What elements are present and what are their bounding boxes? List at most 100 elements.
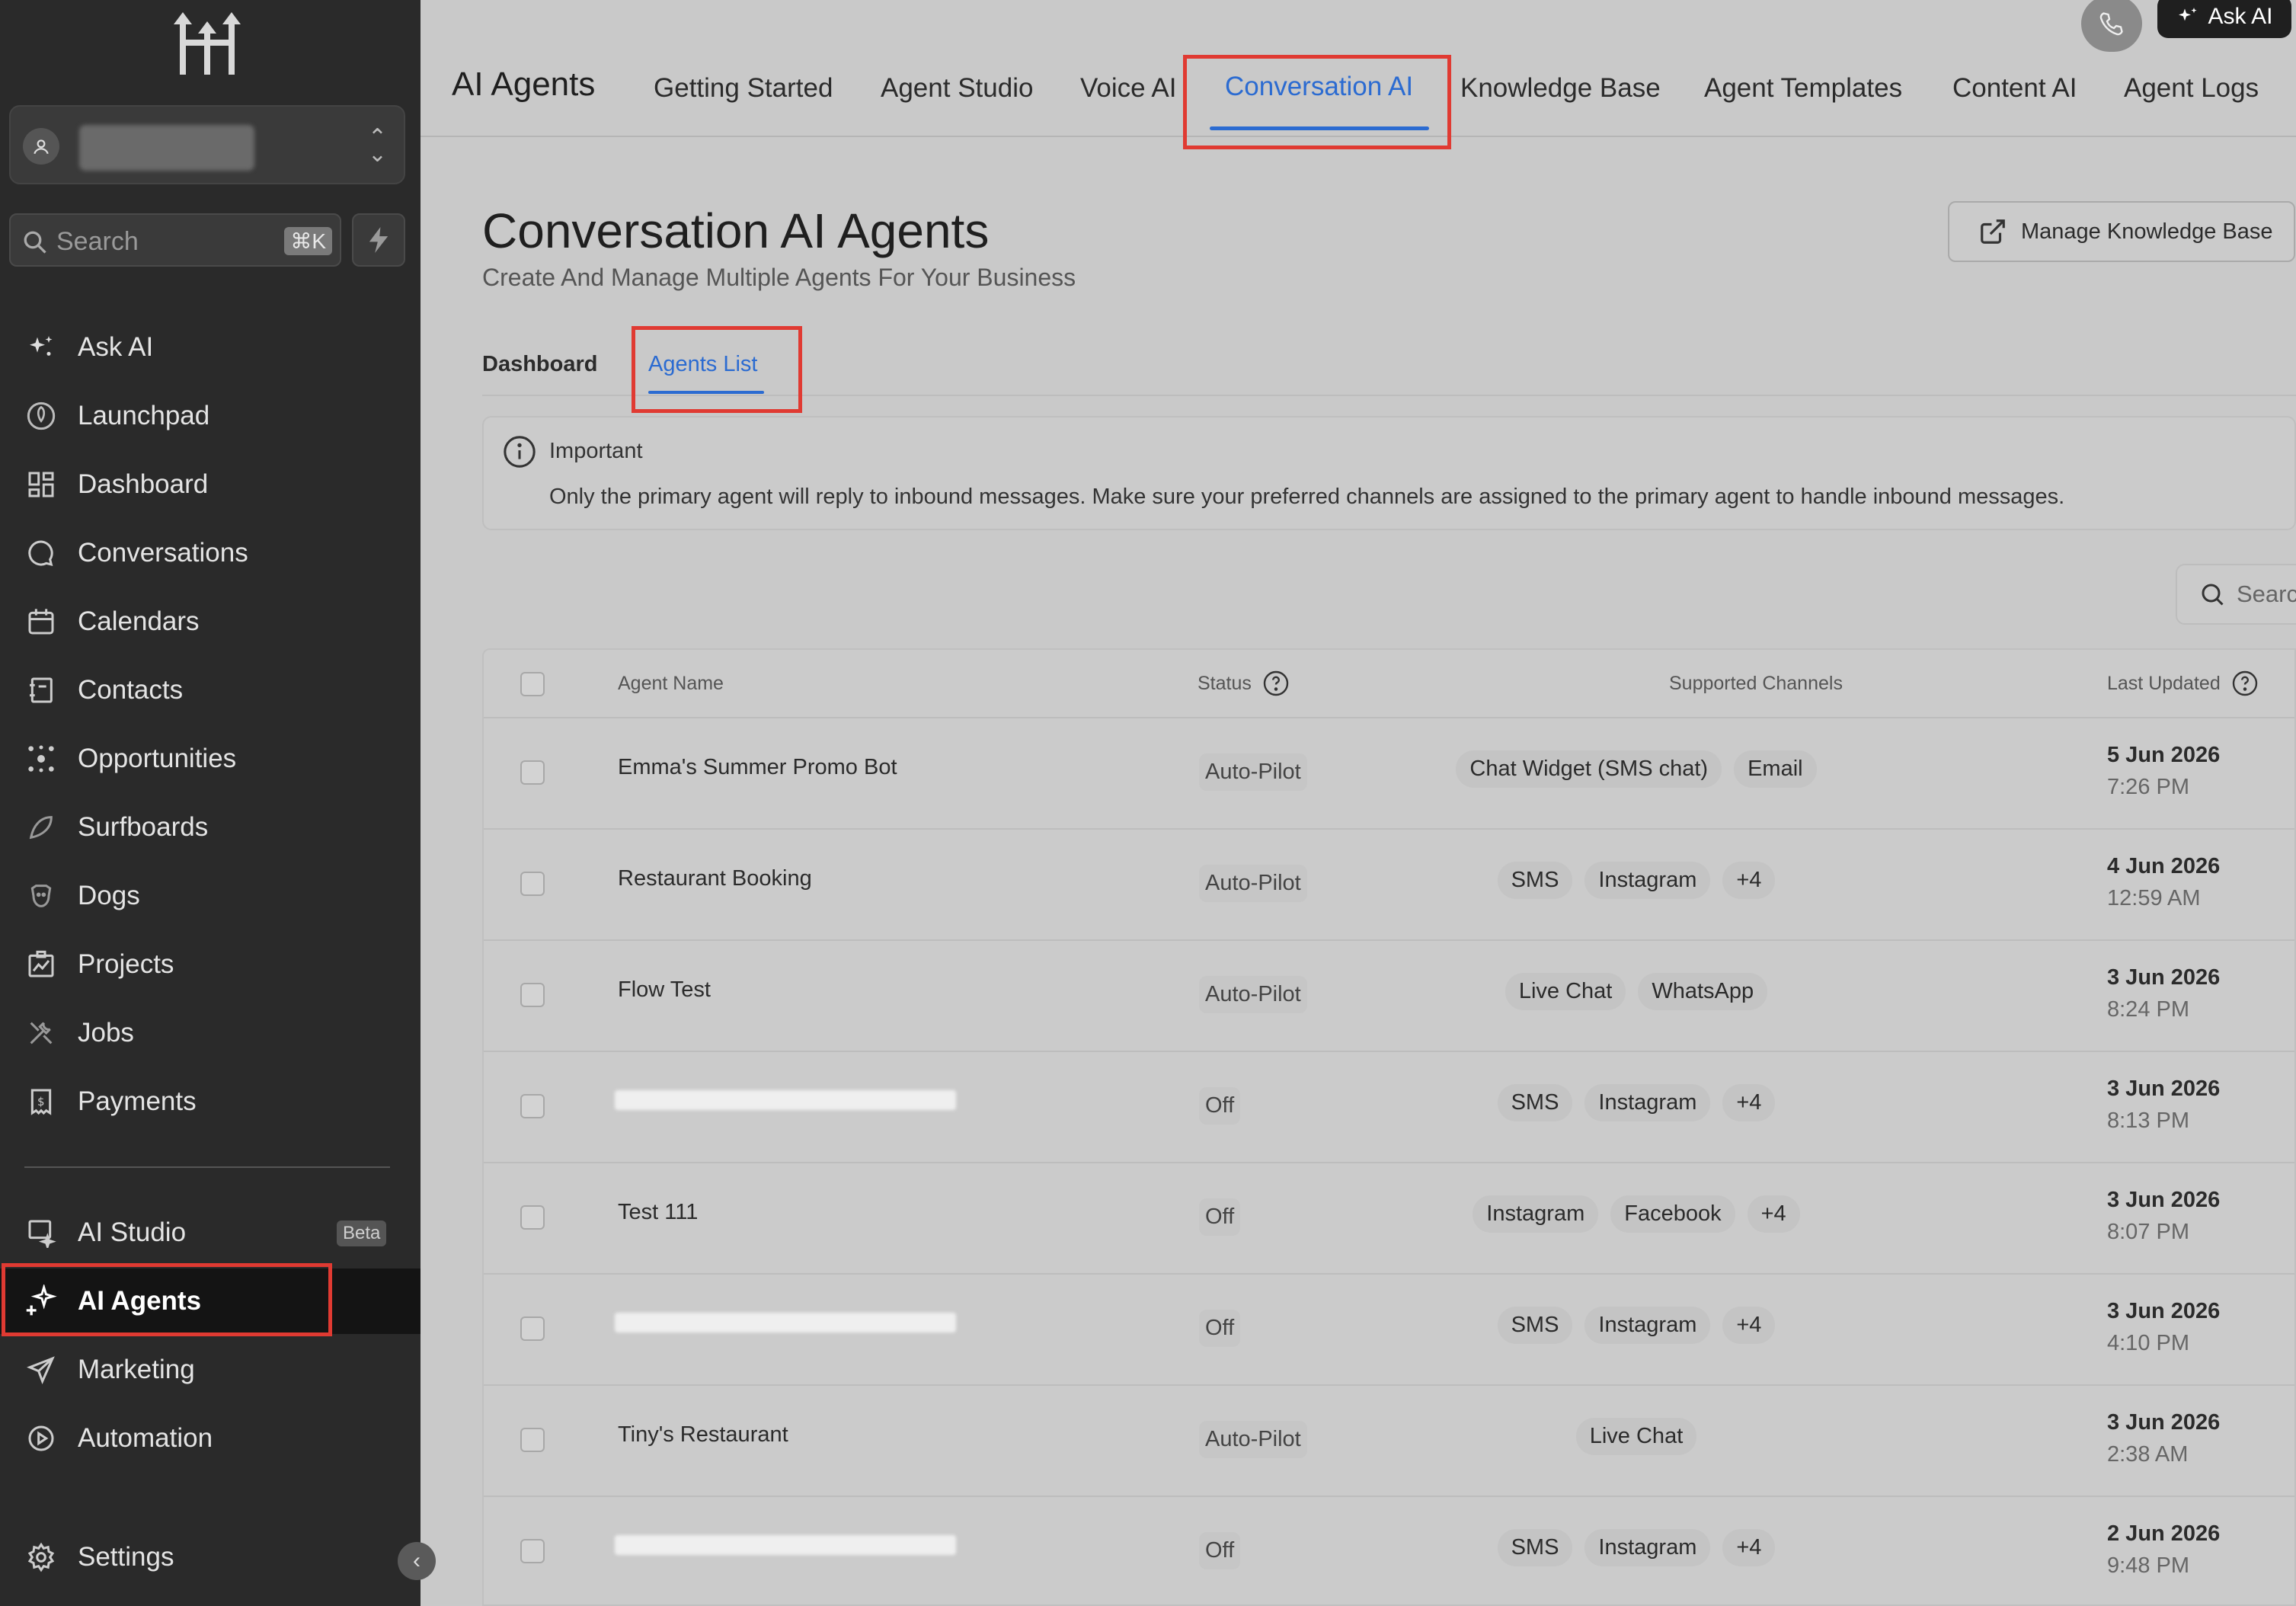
sidebar-item-label: Projects bbox=[78, 949, 174, 979]
tab-getting-started[interactable]: Getting Started bbox=[654, 73, 833, 104]
page-subtitle: Create And Manage Multiple Agents For Yo… bbox=[482, 264, 1076, 291]
account-switcher[interactable]: ⌃ ⌄ bbox=[9, 105, 405, 184]
row-checkbox[interactable] bbox=[520, 1316, 545, 1341]
channel-chip: Instagram bbox=[1584, 1529, 1711, 1566]
manage-knowledge-base-button[interactable]: Manage Knowledge Base bbox=[1948, 201, 2295, 262]
last-updated-date: 3 Jun 2026 bbox=[2107, 1410, 2221, 1435]
row-checkbox[interactable] bbox=[520, 760, 545, 785]
highlight-box-conversation-ai bbox=[1183, 55, 1451, 149]
channel-chip: Instagram bbox=[1473, 1195, 1599, 1233]
tab-agent-logs[interactable]: Agent Logs bbox=[2124, 73, 2259, 104]
help-circle-icon[interactable] bbox=[1262, 670, 1290, 697]
row-checkbox[interactable] bbox=[520, 1428, 545, 1452]
sidebar-item-opportunities[interactable]: Opportunities bbox=[23, 732, 404, 785]
table-row[interactable]: Restaurant Booking Auto-Pilot SMS Instagram… bbox=[484, 830, 2294, 941]
agent-name[interactable]: Restaurant Booking bbox=[618, 866, 812, 891]
surfboard-icon bbox=[23, 809, 59, 846]
table-row[interactable]: Test 111 Off Instagram Facebook +4 3 Jun 2026… bbox=[484, 1163, 2294, 1275]
sidebar-item-payments[interactable]: $ Payments bbox=[23, 1075, 404, 1128]
col-label: Supported Channels bbox=[1669, 673, 1843, 694]
channel-chip: Instagram bbox=[1584, 1307, 1711, 1344]
table-row[interactable]: Flow Test Auto-Pilot Live Chat WhatsApp 3 Ju… bbox=[484, 941, 2294, 1052]
tab-agent-templates[interactable]: Agent Templates bbox=[1704, 73, 1902, 104]
calendar-icon bbox=[23, 603, 59, 640]
location-icon bbox=[23, 128, 59, 165]
channel-chip: Instagram bbox=[1584, 1084, 1711, 1121]
channel-list: Live Chat bbox=[1322, 1418, 1951, 1455]
sidebar-item-label: Automation bbox=[78, 1423, 213, 1453]
sidebar-item-marketing[interactable]: Marketing bbox=[23, 1343, 404, 1396]
sidebar-item-projects[interactable]: Projects bbox=[23, 938, 404, 991]
app-title: AI Agents bbox=[452, 66, 596, 103]
agent-name[interactable]: Emma's Summer Promo Bot bbox=[618, 755, 897, 780]
table-header: Agent Name Status Supported Channels Las… bbox=[484, 650, 2294, 718]
table-row[interactable]: Off SMS Instagram +4 3 Jun 2026 4:10 PM bbox=[484, 1275, 2294, 1386]
sidebar-item-contacts[interactable]: Contacts bbox=[23, 664, 404, 717]
sidebar-item-settings[interactable]: Settings bbox=[23, 1531, 404, 1584]
sidebar-item-dogs[interactable]: Dogs bbox=[23, 869, 404, 923]
agents-table: Agent Name Status Supported Channels Las… bbox=[482, 648, 2296, 1606]
collapse-sidebar-button[interactable]: ‹ bbox=[398, 1542, 436, 1580]
sidebar-item-jobs[interactable]: Jobs bbox=[23, 1006, 404, 1060]
row-checkbox[interactable] bbox=[520, 872, 545, 896]
status-badge: Off bbox=[1199, 1310, 1241, 1347]
tab-knowledge-base[interactable]: Knowledge Base bbox=[1460, 73, 1661, 104]
channel-chip: +4 bbox=[1722, 1084, 1776, 1121]
sidebar-item-automation[interactable]: Automation bbox=[23, 1412, 404, 1465]
channel-list: SMS Instagram +4 bbox=[1322, 1529, 1951, 1566]
sidebar-item-surfboards[interactable]: Surfboards bbox=[23, 801, 404, 854]
table-row[interactable]: Tiny's Restaurant Auto-Pilot Live Chat 3 Ju… bbox=[484, 1386, 2294, 1497]
projects-icon bbox=[23, 946, 59, 983]
row-checkbox[interactable] bbox=[520, 983, 545, 1007]
help-circle-icon[interactable] bbox=[2231, 670, 2259, 697]
tools-icon bbox=[23, 1015, 59, 1051]
row-checkbox[interactable] bbox=[520, 1205, 545, 1230]
status-badge: Off bbox=[1199, 1532, 1241, 1569]
row-checkbox[interactable] bbox=[520, 1094, 545, 1118]
sidebar-item-conversations[interactable]: Conversations bbox=[23, 526, 404, 580]
col-label: Status bbox=[1198, 672, 1252, 694]
tab-voice-ai[interactable]: Voice AI bbox=[1080, 73, 1176, 104]
agent-name[interactable]: Test 111 bbox=[618, 1200, 698, 1225]
agent-name[interactable]: Tiny's Restaurant bbox=[618, 1422, 788, 1448]
sidebar-item-launchpad[interactable]: Launchpad bbox=[23, 389, 404, 443]
col-status: Status bbox=[1198, 670, 1290, 697]
payments-icon: $ bbox=[23, 1083, 59, 1120]
sidebar-item-label: Jobs bbox=[78, 1018, 134, 1048]
row-checkbox[interactable] bbox=[520, 1539, 545, 1563]
dog-icon bbox=[23, 878, 59, 914]
sidebar-item-dashboard[interactable]: Dashboard bbox=[23, 458, 404, 511]
col-agent-name: Agent Name bbox=[618, 673, 724, 695]
last-updated-date: 3 Jun 2026 bbox=[2107, 1188, 2221, 1212]
channel-chip: Chat Widget (SMS chat) bbox=[1456, 750, 1722, 788]
table-row[interactable]: Off SMS Instagram +4 3 Jun 2026 8:13 PM bbox=[484, 1052, 2294, 1163]
channel-chip: +4 bbox=[1722, 862, 1776, 899]
phone-icon bbox=[2099, 12, 2123, 36]
automation-icon bbox=[23, 1420, 59, 1457]
col-last-updated: Last Updated bbox=[2107, 670, 2259, 697]
sidebar-item-ask-ai[interactable]: Ask AI bbox=[23, 321, 404, 374]
ask-ai-button[interactable]: Ask AI bbox=[2157, 0, 2291, 38]
sidebar-item-label: Dashboard bbox=[78, 469, 209, 499]
table-row[interactable]: Off SMS Instagram +4 2 Jun 2026 9:48 PM bbox=[484, 1497, 2294, 1606]
phone-button[interactable] bbox=[2081, 0, 2142, 52]
bolt-icon bbox=[369, 227, 389, 253]
last-updated-time: 2:38 AM bbox=[2107, 1442, 2189, 1467]
last-updated-date: 3 Jun 2026 bbox=[2107, 1077, 2221, 1101]
sidebar-item-label: Launchpad bbox=[78, 401, 210, 430]
sidebar-item-calendars[interactable]: Calendars bbox=[23, 595, 404, 648]
tab-content-ai[interactable]: Content AI bbox=[1952, 73, 2077, 104]
sparkle-icon bbox=[23, 329, 59, 366]
info-icon bbox=[504, 436, 536, 468]
agent-name[interactable]: Flow Test bbox=[618, 977, 711, 1003]
sparkle-icon bbox=[2179, 8, 2198, 21]
subtab-dashboard[interactable]: Dashboard bbox=[482, 352, 597, 377]
table-search-input[interactable]: Search bbox=[2176, 564, 2296, 625]
tab-agent-studio[interactable]: Agent Studio bbox=[881, 73, 1033, 104]
last-updated-time: 4:10 PM bbox=[2107, 1331, 2189, 1355]
sidebar-search[interactable]: Search ⌘K bbox=[9, 213, 341, 267]
channel-list: SMS Instagram +4 bbox=[1322, 1307, 1951, 1344]
select-all-checkbox[interactable] bbox=[520, 672, 545, 696]
quick-actions-button[interactable] bbox=[352, 213, 405, 267]
table-row[interactable]: Emma's Summer Promo Bot Auto-Pilot Chat Wi… bbox=[484, 718, 2294, 830]
